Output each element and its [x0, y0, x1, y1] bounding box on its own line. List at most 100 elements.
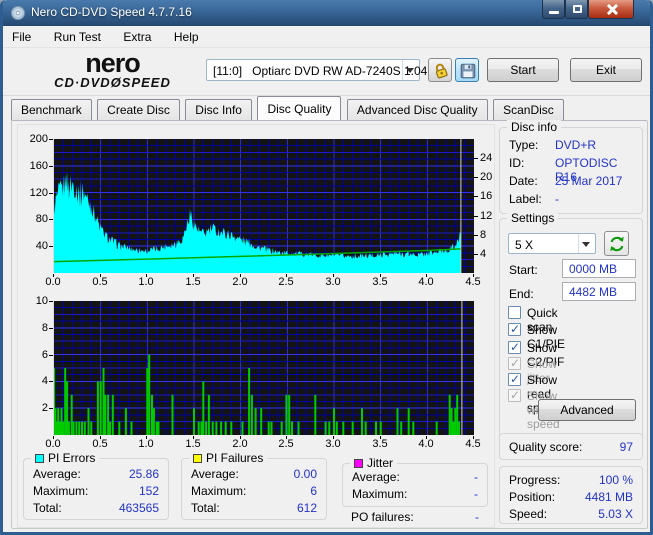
menu-bar: File Run Test Extra Help [3, 26, 650, 48]
y2-axis-tick-label: 24 [480, 152, 492, 164]
menu-file[interactable]: File [3, 26, 40, 47]
checkbox-box[interactable] [508, 306, 521, 319]
app-icon [10, 5, 26, 21]
disc-id-label: ID: [509, 156, 524, 170]
drive-selector-value: [11:0] Optiarc DVD RW AD-7240S 1.04 [213, 64, 427, 78]
refresh-button[interactable] [604, 231, 629, 256]
tab-advanced-disc-quality[interactable]: Advanced Disc Quality [347, 99, 488, 120]
charts-panel: 408012016020048121620240.00.51.01.52.02.… [17, 124, 495, 528]
disc-glyph-icon: Ø [111, 75, 122, 90]
jitter-average-value: - [474, 470, 478, 484]
y-axis-tick-label: 120 [22, 187, 48, 199]
minimize-button[interactable] [542, 0, 565, 19]
pi-failures-total-label: Total: [191, 501, 220, 515]
close-button[interactable] [588, 0, 634, 19]
jitter-legend-chip [354, 459, 363, 468]
y-axis-tick-label: 6 [22, 349, 48, 361]
x-axis-tick-label: 0.5 [85, 438, 115, 450]
window-title: Nero CD-DVD Speed 4.7.7.16 [31, 5, 192, 19]
save-button[interactable] [455, 58, 479, 82]
x-axis-tick-label: 0.0 [38, 438, 68, 450]
pi-failures-chart: 2468100.00.51.01.52.02.53.03.54.04.5 [18, 291, 496, 461]
disc-info-title: Disc info [507, 120, 561, 134]
progress-box: Progress:100 % Position:4481 MB Speed:5.… [499, 466, 643, 524]
speed-label: Speed: [509, 507, 547, 521]
tab-disc-quality[interactable]: Disc Quality [257, 96, 341, 120]
scan-speed-value: 5 X [515, 238, 533, 252]
x-axis-tick-label: 4.5 [458, 276, 488, 288]
minimize-icon [549, 11, 559, 14]
y-axis-tick-label: 2 [22, 402, 48, 414]
disc-type-value: DVD+R [555, 138, 596, 152]
menu-run-test[interactable]: Run Test [45, 26, 110, 47]
y-axis-tick-label: 8 [22, 322, 48, 334]
app-window: Nero CD-DVD Speed 4.7.7.16 File Run Test… [0, 0, 653, 535]
drive-selector[interactable]: [11:0] Optiarc DVD RW AD-7240S 1.04 [206, 59, 420, 81]
pi-failures-stats-box: PI Failures Average:0.00 Maximum:6 Total… [181, 458, 327, 520]
pi-failures-title: PI Failures [206, 451, 263, 465]
x-axis-tick-label: 1.5 [178, 276, 208, 288]
tab-scandisc[interactable]: ScanDisc [493, 99, 564, 120]
pi-errors-total-value: 463565 [119, 501, 159, 515]
menu-extra[interactable]: Extra [114, 26, 160, 47]
y-axis-tick-label: 200 [22, 133, 48, 145]
chevron-down-icon [406, 68, 414, 73]
y-axis-tick-label: 160 [22, 160, 48, 172]
y2-axis-tick-label: 4 [480, 248, 486, 260]
checkbox-box[interactable] [508, 323, 521, 336]
disc-date-value: 25 Mar 2017 [555, 174, 622, 188]
checkbox-box[interactable] [508, 341, 521, 354]
x-axis-tick-label: 4.0 [411, 438, 441, 450]
start-position-field[interactable]: 0000 MB [562, 259, 636, 278]
end-position-label: End: [509, 287, 534, 301]
pi-errors-maximum-label: Maximum: [33, 484, 88, 498]
checkbox-box[interactable] [508, 373, 521, 386]
pi-errors-legend-chip [35, 454, 44, 463]
end-position-field[interactable]: 4482 MB [562, 282, 636, 301]
disc-label-label: Label: [509, 192, 542, 206]
po-failures-label: PO failures: [351, 510, 414, 524]
disc-label-value: - [555, 192, 559, 206]
scan-speed-arrow[interactable] [578, 234, 595, 253]
menu-help[interactable]: Help [165, 26, 208, 47]
disc-info-box: Disc info Type:DVD+R ID:OPTODISC R16 Dat… [499, 127, 643, 214]
pi-errors-total-label: Total: [33, 501, 62, 515]
x-axis-tick-label: 3.5 [365, 276, 395, 288]
x-axis-tick-label: 3.0 [318, 438, 348, 450]
pi-failures-legend-chip [193, 454, 202, 463]
speed-value: 5.03 X [598, 507, 633, 521]
x-axis-tick-label: 3.5 [365, 438, 395, 450]
jitter-stats-box: Jitter Average:- Maximum:- [342, 463, 488, 507]
tab-benchmark[interactable]: Benchmark [11, 99, 92, 120]
lock-icon [432, 62, 450, 80]
tab-create-disc[interactable]: Create Disc [97, 99, 180, 120]
y2-axis-tick-label: 16 [480, 190, 492, 202]
close-icon [606, 3, 618, 15]
jitter-title: Jitter [367, 456, 393, 470]
pi-errors-title: PI Errors [48, 451, 95, 465]
exit-button[interactable]: Exit [570, 58, 642, 82]
x-axis-tick-label: 2.5 [271, 276, 301, 288]
x-axis-tick-label: 4.5 [458, 438, 488, 450]
x-axis-tick-label: 2.0 [225, 276, 255, 288]
disc-type-label: Type: [509, 138, 538, 152]
scan-speed-selector[interactable]: 5 X [508, 233, 596, 254]
maximize-button[interactable] [565, 0, 588, 19]
x-axis-tick-label: 4.0 [411, 276, 441, 288]
title-bar: Nero CD-DVD Speed 4.7.7.16 [3, 0, 650, 26]
settings-box: Settings 5 X Start: 0000 MB End: 4482 MB… [499, 218, 643, 446]
pi-failures-average-value: 0.00 [294, 467, 317, 481]
advanced-button[interactable]: Advanced [538, 399, 636, 421]
tab-disc-info[interactable]: Disc Info [185, 99, 252, 120]
x-axis-tick-label: 3.0 [318, 276, 348, 288]
drive-selector-arrow[interactable] [402, 60, 419, 80]
x-axis-tick-label: 0.0 [38, 276, 68, 288]
pi-errors-chart: 408012016020048121620240.00.51.01.52.02.… [18, 125, 496, 291]
tab-strip: Benchmark Create Disc Disc Info Disc Qua… [11, 99, 565, 121]
po-failures-value: - [475, 510, 479, 524]
maximize-icon [573, 5, 582, 13]
pi-failures-total-value: 612 [297, 501, 317, 515]
start-button[interactable]: Start [487, 58, 559, 82]
quality-score-box: Quality score:97 [499, 433, 643, 460]
lock-drive-button[interactable] [428, 58, 452, 82]
